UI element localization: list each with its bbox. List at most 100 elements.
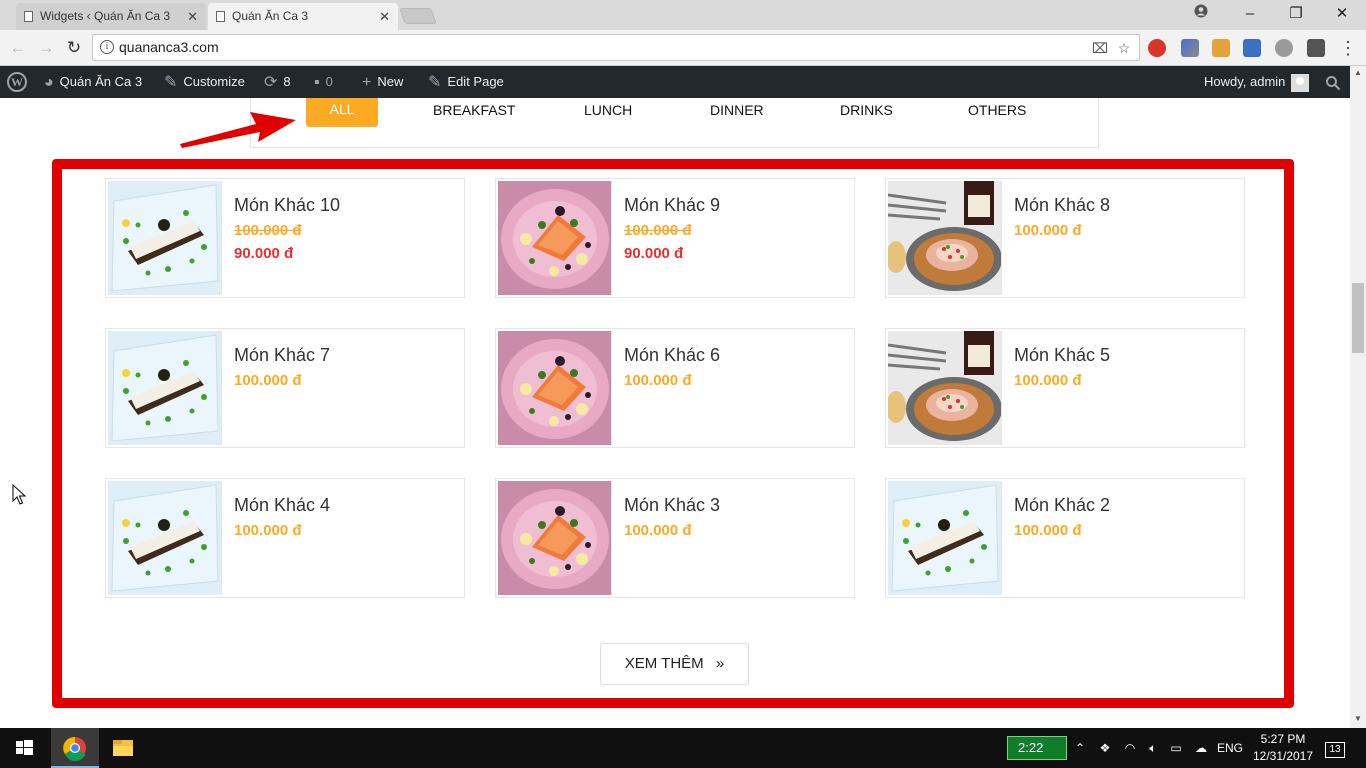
close-tab-icon[interactable]: ✕ [379,3,390,30]
filter-dinner-tab[interactable]: DINNER [710,102,764,118]
reload-icon[interactable]: ↻ [62,36,86,60]
filter-lunch-tab[interactable]: LUNCH [584,102,632,118]
product-price: 100.000 đ [1014,372,1082,389]
customize-link[interactable]: ✎ Customize [164,66,245,98]
product-image[interactable] [888,481,1002,595]
menu-icon[interactable]: ⋮ [1336,36,1360,60]
cast-icon[interactable] [1307,39,1325,57]
browser-tab-widgets[interactable]: Widgets ‹ Quán Ăn Ca 3 ✕ [16,3,206,30]
product-name[interactable]: Món Khác 6 [624,345,720,366]
file-explorer-icon[interactable] [99,728,147,768]
product-image[interactable] [888,181,1002,295]
product-card[interactable]: Món Khác 7 100.000 đ [105,328,465,448]
product-image[interactable] [888,331,1002,445]
translate-icon[interactable]: ⌧ [1091,39,1109,57]
new-content-link[interactable]: + New [362,66,403,98]
close-window-button[interactable]: ✕ [1319,0,1365,30]
bookmark-star-icon[interactable]: ☆ [1115,39,1133,57]
product-image[interactable] [108,331,222,445]
product-image[interactable] [498,481,612,595]
windows-start-icon[interactable] [0,728,48,768]
updates-link[interactable]: ⟳ 8 [264,66,291,98]
battery-icon[interactable]: ▭ [1166,728,1186,768]
site-name-link[interactable]: ◕ Quán Ăn Ca 3 [44,66,142,98]
load-more-button[interactable]: XEM THÊM » [600,643,749,685]
product-name[interactable]: Món Khác 3 [624,495,720,516]
cloud-icon[interactable]: ☁ [1190,728,1212,768]
language-indicator[interactable]: ENG [1214,728,1246,768]
product-price: 100.000 đ [1014,522,1082,539]
clock[interactable]: 5:27 PM 12/31/2017 [1248,731,1318,765]
plus-icon: + [362,73,372,91]
product-price: 100.000 đ [624,372,692,389]
battery-time-badge[interactable]: 2:22 [1007,736,1067,760]
page-icon [216,11,225,22]
search-icon[interactable] [1325,66,1341,98]
updates-icon: ⟳ [264,73,278,91]
browser-toolbar: ← → ↻ i quananca3.com ⌧ ☆ ⋮ [0,30,1366,66]
product-price: 100.000 đ [624,522,692,539]
forward-arrow-icon[interactable]: → [34,36,58,60]
chevron-up-icon[interactable]: ⌃ [1070,728,1090,768]
wifi-icon[interactable]: ◠ [1120,728,1140,768]
product-name[interactable]: Món Khác 9 [624,195,720,216]
close-tab-icon[interactable]: ✕ [187,3,198,30]
chrome-taskbar-icon[interactable] [51,728,99,768]
notification-center-icon[interactable]: 13 [1320,728,1350,768]
filter-others-tab[interactable]: OTHERS [968,102,1026,118]
info-icon[interactable]: i [100,40,114,54]
extension-icon[interactable] [1243,39,1261,57]
comments-link[interactable]: ▪ 0 [314,66,333,98]
product-name[interactable]: Món Khác 8 [1014,195,1110,216]
product-card[interactable]: Món Khác 3 100.000 đ [495,478,855,598]
product-card[interactable]: Món Khác 4 100.000 đ [105,478,465,598]
extension-icon[interactable] [1181,39,1199,57]
filter-all-tab[interactable]: ALL [306,98,378,127]
product-sale-price: 90.000 đ [624,245,684,262]
new-tab-button[interactable] [399,8,437,24]
scrollbar-thumb[interactable] [1352,283,1364,353]
product-name[interactable]: Món Khác 2 [1014,495,1110,516]
extension-icon[interactable] [1275,39,1293,57]
product-image[interactable] [498,331,612,445]
minimize-button[interactable]: – [1227,0,1273,30]
product-price: 100.000 đ [234,522,302,539]
address-bar[interactable]: i quananca3.com ⌧ ☆ [92,34,1140,61]
restore-button[interactable]: ❐ [1273,0,1319,30]
product-name[interactable]: Món Khác 5 [1014,345,1110,366]
filter-breakfast-tab[interactable]: BREAKFAST [433,102,515,118]
product-card[interactable]: Món Khác 5 100.000 đ [885,328,1245,448]
product-image[interactable] [498,181,612,295]
filter-drinks-tab[interactable]: DRINKS [840,102,893,118]
extension-icon[interactable] [1148,39,1166,57]
browser-tab-strip: Widgets ‹ Quán Ăn Ca 3 ✕ Quán Ăn Ca 3 ✕ … [0,0,1366,30]
my-account-link[interactable]: Howdy, admin [1204,66,1310,98]
page-scrollbar[interactable] [1350,66,1366,728]
product-old-price: 100.000 đ [234,222,302,239]
dropbox-icon[interactable]: ❖ [1095,728,1115,768]
product-image[interactable] [108,481,222,595]
double-chevron-icon: » [715,655,725,672]
product-name[interactable]: Món Khác 4 [234,495,330,516]
edit-page-link[interactable]: ✎ Edit Page [428,66,504,98]
product-name[interactable]: Món Khác 7 [234,345,330,366]
pencil-icon: ✎ [428,73,442,91]
browser-tab-active[interactable]: Quán Ăn Ca 3 ✕ [208,3,398,30]
product-card[interactable]: Món Khác 8 100.000 đ [885,178,1245,298]
product-image[interactable] [108,181,222,295]
profile-icon[interactable] [1178,0,1224,30]
annotation-arrow-icon [180,112,296,148]
volume-icon[interactable]: 🔈︎ [1143,728,1163,768]
product-card[interactable]: Món Khác 9 100.000 đ 90.000 đ [495,178,855,298]
wordpress-logo-icon[interactable]: W [7,72,27,92]
back-arrow-icon[interactable]: ← [6,36,30,60]
product-card[interactable]: Món Khác 10 100.000 đ 90.000 đ [105,178,465,298]
scroll-up-arrow-icon[interactable]: ▲ [1350,66,1366,80]
windows-taskbar: 2:22 ⌃ ❖ ◠ 🔈︎ ▭ ☁ ENG 5:27 PM 12/31/2017… [0,728,1366,768]
product-name[interactable]: Món Khác 10 [234,195,340,216]
extension-icon[interactable] [1212,39,1230,57]
scroll-down-arrow-icon[interactable]: ▼ [1350,712,1366,726]
product-card[interactable]: Món Khác 6 100.000 đ [495,328,855,448]
product-price: 100.000 đ [1014,222,1082,239]
product-card[interactable]: Món Khác 2 100.000 đ [885,478,1245,598]
